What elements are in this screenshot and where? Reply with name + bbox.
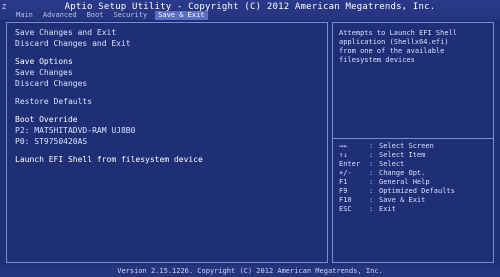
key-row: ↑↓ : Select Item — [339, 151, 489, 160]
footer-bar: Version 2.15.1226. Copyright (C) 2012 Am… — [0, 265, 500, 277]
key-label: F1 — [339, 178, 348, 186]
key-separator: : — [369, 178, 374, 186]
key-label: ESC — [339, 205, 352, 213]
key-separator: : — [369, 196, 374, 204]
key-description: Optimized Defaults — [379, 187, 455, 195]
key-description: General Help — [379, 178, 430, 186]
footer-text: Version 2.15.1226. Copyright (C) 2012 Am… — [117, 267, 383, 275]
key-row: Enter : Select — [339, 160, 489, 169]
key-row: +/- : Change Opt. — [339, 169, 489, 178]
key-label: F10 — [339, 196, 352, 204]
help-text: Attempts to Launch EFI Shell application… — [339, 29, 489, 65]
key-separator: : — [369, 169, 374, 177]
key-description: Exit — [379, 205, 396, 213]
key-row: F9 : Optimized Defaults — [339, 187, 489, 196]
boot-device-p0[interactable]: P0: ST9750420AS — [15, 137, 87, 146]
key-description: Select — [379, 160, 405, 168]
boot-device-p2[interactable]: P2: MATSHITADVD-RAM UJ8B0 — [15, 126, 135, 135]
group-save-options: Save Options — [15, 57, 73, 66]
key-label: Enter — [339, 160, 361, 168]
menu-launch-efi-shell[interactable]: Launch EFI Shell from filesystem device — [15, 155, 203, 164]
key-label: F9 — [339, 187, 348, 195]
key-separator: : — [369, 160, 374, 168]
group-boot-override: Boot Override — [15, 115, 78, 124]
tab-main[interactable]: Main — [14, 11, 35, 20]
key-description: Save & Exit — [379, 196, 426, 204]
key-legend: →← : Select Screen ↑↓ : Select Item Ente… — [339, 142, 489, 214]
key-separator: : — [369, 205, 374, 213]
key-row: F1 : General Help — [339, 178, 489, 187]
tab-bar: Main Advanced Boot Security Save & Exit — [14, 11, 208, 20]
key-description: Change Opt. — [379, 169, 426, 177]
key-separator: : — [369, 151, 374, 159]
tab-advanced[interactable]: Advanced — [41, 11, 79, 20]
key-separator: : — [369, 187, 374, 195]
key-row: →← : Select Screen — [339, 142, 489, 151]
help-line: filesystem devices — [339, 56, 415, 64]
menu-save-changes-and-exit[interactable]: Save Changes and Exit — [15, 28, 116, 37]
menu-discard-changes[interactable]: Discard Changes — [15, 79, 87, 88]
key-label: ↑↓ — [339, 151, 348, 159]
help-line: application (Shellx64.efi) — [339, 38, 449, 46]
title-bar: Z Aptio Setup Utility - Copyright (C) 20… — [0, 0, 500, 20]
key-description: Select Screen — [379, 142, 434, 150]
settings-panel: Save Changes and Exit Discard Changes an… — [6, 22, 328, 263]
tab-save-exit[interactable]: Save & Exit — [155, 11, 208, 20]
main-area: Save Changes and Exit Discard Changes an… — [0, 20, 500, 265]
menu-discard-changes-and-exit[interactable]: Discard Changes and Exit — [15, 39, 131, 48]
key-label: +/- — [339, 169, 352, 177]
help-line: from one of the available — [339, 47, 445, 55]
tab-security[interactable]: Security — [111, 11, 149, 20]
tab-boot[interactable]: Boot — [85, 11, 106, 20]
help-panel: Attempts to Launch EFI Shell application… — [332, 22, 494, 263]
help-line: Attempts to Launch EFI Shell — [339, 29, 458, 37]
panel-divider — [333, 138, 493, 139]
menu-restore-defaults[interactable]: Restore Defaults — [15, 97, 92, 106]
key-label: →← — [339, 142, 348, 150]
key-row: F10 : Save & Exit — [339, 196, 489, 205]
key-separator: : — [369, 142, 374, 150]
menu-save-changes[interactable]: Save Changes — [15, 68, 73, 77]
key-description: Select Item — [379, 151, 426, 159]
key-row: ESC : Exit — [339, 205, 489, 214]
